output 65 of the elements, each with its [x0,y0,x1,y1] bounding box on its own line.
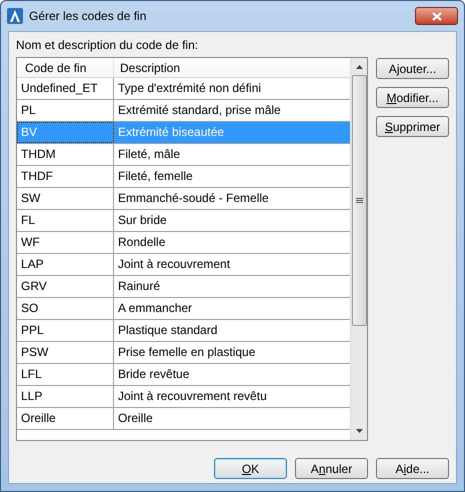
description-cell-text: Type d'extrémité non défini [117,80,262,97]
code-cell: FL [17,210,114,231]
dialog-button[interactable]: Annuler [295,458,368,479]
code-cell: THDF [17,166,114,187]
dialog-button[interactable]: Aide... [376,458,449,479]
dialog-button[interactable]: OK [214,458,287,479]
code-cell: PSW [17,342,114,363]
app-logo-icon [7,8,23,24]
table-row[interactable]: THDF Fileté, femelle [17,166,350,188]
description-cell-text: Rondelle [117,234,166,251]
dialog-button[interactable]: Ajouter... [376,58,449,79]
code-cell: SW [17,188,114,209]
description-cell-text: Fileté, femelle [117,168,194,185]
table-row[interactable]: LAP Joint à recouvrement [17,254,350,276]
code-cell: WF [17,232,114,253]
close-button[interactable] [415,7,458,25]
code-cell: PL [17,100,114,121]
code-cell: BV [17,122,114,143]
code-cell: Undefined_ET [17,78,114,99]
description-cell-text: Bride revêtue [117,366,190,383]
scroll-up-icon[interactable] [356,65,362,69]
list-label: Nom et description du code de fin: [16,37,200,54]
description-cell-text: Plastique standard [117,322,218,339]
description-cell-text: Fileté, mâle [117,146,182,163]
scroll-down-icon[interactable] [356,429,362,433]
description-cell-text: Extrémité biseautée [117,124,226,141]
table-row[interactable]: PSW Prise femelle en plastique [17,342,350,364]
code-cell: LFL [17,364,114,385]
code-cell: PPL [17,320,114,341]
table-row[interactable]: WF Rondelle [17,232,350,254]
description-cell-text: Extrémité standard, prise mâle [117,102,282,119]
dialog-button[interactable]: Modifier... [376,87,449,108]
dialog-button[interactable]: Supprimer [376,116,449,137]
description-cell-text: Emmanché-soudé - Femelle [117,190,270,207]
code-list[interactable] [16,57,368,441]
description-cell-text: Joint à recouvrement revêtu [117,388,268,405]
scroll-thumb[interactable] [352,75,366,326]
code-cell: GRV [17,276,114,297]
description-cell-text: Oreille [117,410,154,427]
table-row[interactable]: THDM Fileté, mâle [17,144,350,166]
column-header[interactable]: Description [114,58,350,77]
code-cell: SO [17,298,114,319]
table-row[interactable]: LLP Joint à recouvrement revêtu [17,386,350,408]
code-cell: Oreille [17,408,114,429]
description-cell-text: Sur bride [117,212,168,229]
grip-icon [356,198,362,203]
scrollbar[interactable] [350,58,367,440]
description-cell-text: A emmancher [117,300,194,317]
code-cell: LLP [17,386,114,407]
column-header[interactable]: Code de fin [17,58,114,77]
table-row[interactable]: FL Sur bride [17,210,350,232]
table-row[interactable]: LFL Bride revêtue [17,364,350,386]
table-row[interactable]: PPL Plastique standard [17,320,350,342]
code-cell: LAP [17,254,114,275]
table-row[interactable]: SO A emmancher [17,298,350,320]
description-cell-text: Prise femelle en plastique [117,344,256,361]
table-row[interactable]: GRV Rainuré [17,276,350,298]
description-cell-text: Rainuré [117,278,162,295]
close-icon [432,12,442,20]
code-cell: THDM [17,144,114,165]
window-title: Gérer les codes de fin [29,8,148,25]
table-row[interactable]: SW Emmanché-soudé - Femelle [17,188,350,210]
table-row[interactable]: Oreille Oreille [17,408,350,430]
description-cell-text: Joint à recouvrement [117,256,232,273]
table-row[interactable]: Undefined_ET Type d'extrémité non défini [17,78,350,100]
